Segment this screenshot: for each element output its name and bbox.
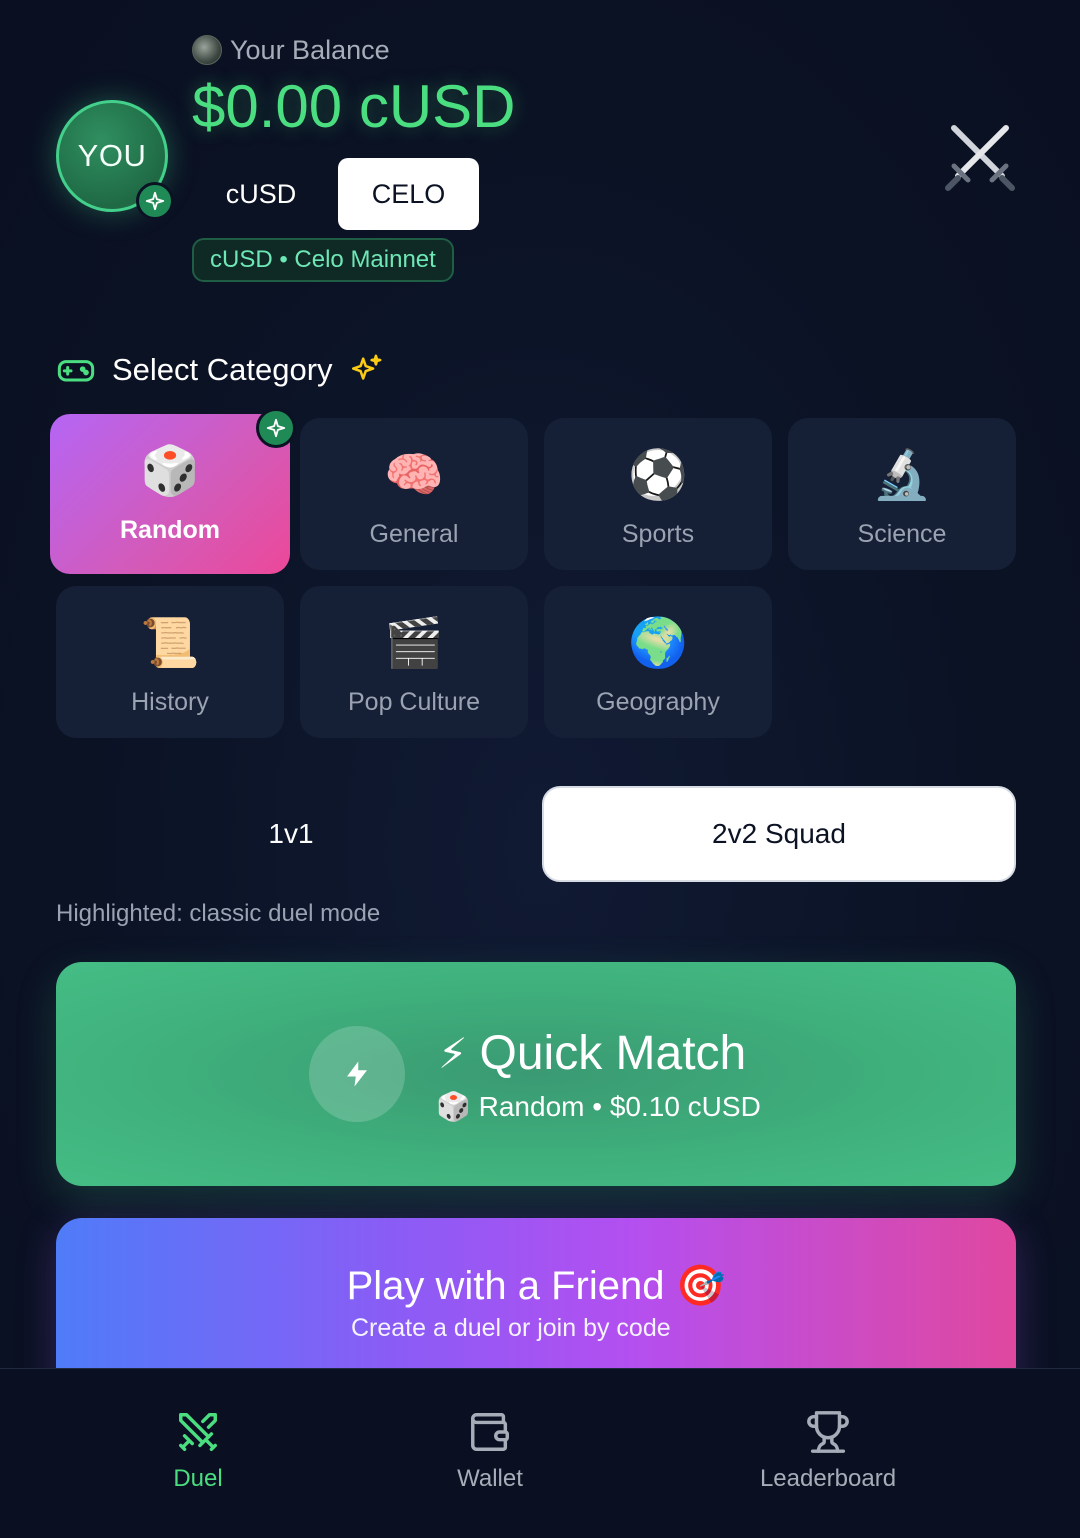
- balance-value: $0.00 cUSD: [192, 73, 516, 140]
- coin-icon: [192, 35, 222, 65]
- category-label: Random: [120, 516, 220, 544]
- category-geography[interactable]: 🌍 Geography: [544, 586, 772, 738]
- quick-match-subtitle: 🎲 Random • $0.10 cUSD: [436, 1091, 761, 1122]
- avatar-text: YOU: [77, 138, 147, 173]
- scroll-icon: 📜: [140, 617, 200, 670]
- token-button-cusd[interactable]: cUSD: [192, 158, 330, 230]
- brain-icon: 🧠: [384, 449, 444, 502]
- category-label: Sports: [621, 520, 695, 548]
- category-general[interactable]: 🧠 General: [300, 418, 528, 570]
- quick-match-button[interactable]: ⚡ Quick Match 🎲 Random • $0.10 cUSD: [56, 962, 1016, 1186]
- bottom-nav: Duel Wallet Leaderboard: [0, 1368, 1080, 1538]
- category-science[interactable]: 🔬 Science: [788, 418, 1016, 570]
- mode-toggle: 1v1 2v2 Squad: [56, 786, 1016, 882]
- swords-icon: [179, 1413, 217, 1451]
- category-pop-culture[interactable]: 🎬 Pop Culture: [300, 586, 528, 738]
- token-button-celo[interactable]: CELO: [338, 158, 479, 230]
- friend-title: Play with a Friend 🎯: [346, 1264, 726, 1308]
- category-label: General: [369, 520, 459, 548]
- sparkles-icon: [351, 354, 382, 380]
- nav-label: Duel: [173, 1465, 223, 1492]
- balance-label: Your Balance: [230, 34, 390, 65]
- balance-label-row: Your Balance: [192, 32, 390, 68]
- category-label: Science: [857, 520, 947, 548]
- category-label: History: [131, 688, 209, 716]
- gamepad-icon: [57, 360, 95, 382]
- mode-2v2-button[interactable]: 2v2 Squad: [542, 786, 1016, 882]
- nav-leaderboard[interactable]: Leaderboard: [740, 1409, 916, 1493]
- crossed-swords-icon[interactable]: [940, 120, 1020, 192]
- category-label: Geography: [596, 688, 720, 716]
- friend-subtitle: Create a duel or join by code: [351, 1314, 671, 1342]
- category-history[interactable]: 📜 History: [56, 586, 284, 738]
- selected-sparkle-icon: [256, 408, 296, 448]
- trophy-icon: [807, 1411, 849, 1453]
- soccer-ball-icon: ⚽: [628, 449, 688, 502]
- sparkle-icon: [136, 182, 174, 220]
- mode-1v1-button[interactable]: 1v1: [56, 786, 526, 882]
- mode-hint: Highlighted: classic duel mode: [56, 900, 381, 927]
- category-sports[interactable]: ⚽ Sports: [544, 418, 772, 570]
- globe-icon: 🌍: [628, 617, 688, 670]
- microscope-icon: 🔬: [872, 449, 932, 502]
- quick-match-title: Quick Match: [479, 1027, 747, 1080]
- zap-icon: ⚡: [438, 1030, 468, 1077]
- lightning-icon: [309, 1026, 405, 1122]
- token-toggle: cUSD CELO: [192, 158, 479, 230]
- category-label: Pop Culture: [347, 688, 481, 716]
- section-title: Select Category: [112, 352, 333, 387]
- wallet-icon: [471, 1413, 509, 1451]
- nav-label: Wallet: [457, 1465, 523, 1492]
- nav-duel[interactable]: Duel: [148, 1409, 248, 1493]
- app-screen: YOU Your Balance $0.00 cUSD cUSD CELO cU…: [0, 0, 1080, 1538]
- network-badge: cUSD • Celo Mainnet: [192, 238, 454, 282]
- quick-match-title-row: ⚡ Quick Match: [438, 1026, 746, 1081]
- dice-icon: 🎲: [140, 445, 200, 498]
- nav-wallet[interactable]: Wallet: [430, 1409, 550, 1493]
- clapperboard-icon: 🎬: [384, 617, 444, 670]
- category-header: Select Category: [56, 350, 383, 390]
- category-random[interactable]: 🎲 Random: [50, 414, 290, 574]
- nav-label: Leaderboard: [759, 1465, 897, 1492]
